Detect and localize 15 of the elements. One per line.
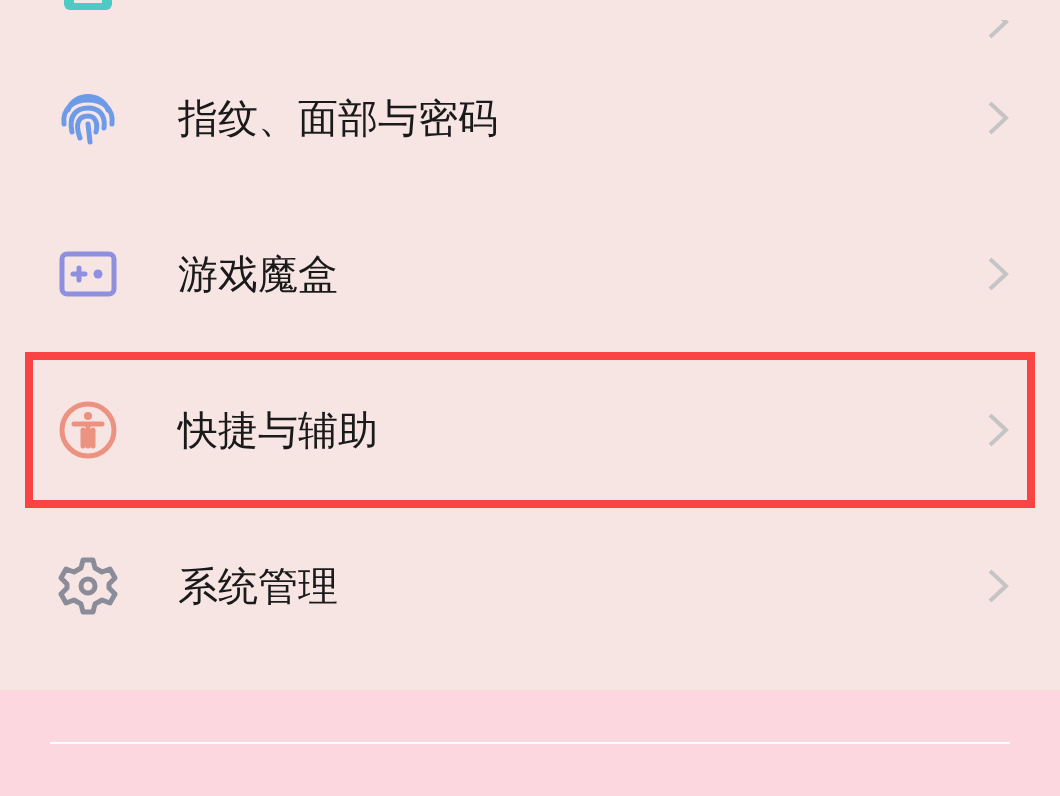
row-label: 游戏魔盒: [178, 249, 339, 299]
chevron-icon: [986, 100, 1010, 136]
chevron-icon: [986, 568, 1010, 604]
row-label: 指纹、面部与密码: [178, 93, 499, 143]
settings-row[interactable]: 快捷与辅助: [0, 352, 1060, 508]
chevron-icon: [986, 412, 1010, 448]
settings-row[interactable]: 系统管理: [0, 508, 1060, 664]
settings-row[interactable]: 指纹、面部与密码: [0, 40, 1060, 196]
gear-icon: [58, 556, 118, 616]
chevron-icon: [986, 256, 1010, 292]
accessibility-icon: [58, 400, 118, 460]
settings-row[interactable]: 游戏魔盒: [0, 196, 1060, 352]
row-label: 系统管理: [178, 561, 339, 611]
row-label: 快捷与辅助: [178, 405, 379, 455]
chevron-icon: [986, 20, 1010, 40]
